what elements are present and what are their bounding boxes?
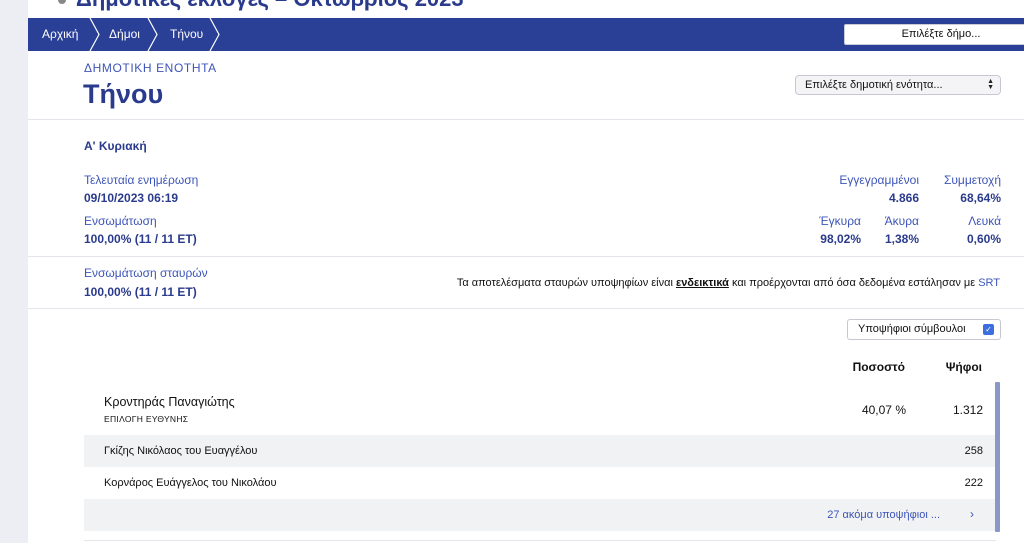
candidate-row: Κορνάρος Ευάγγελος του Νικολάου 222 [84,467,996,499]
invalid-label: Άκυρα [884,214,919,228]
bullet-icon [58,0,66,5]
page-main-title-text: Δημοτικές εκλογές – Οκτώβριος 2023 [76,0,464,11]
breadcrumb-bar: Αρχική Δήμοι Τήνου Επιλέξτε δήμο... [28,18,1024,51]
unit-select-value: Επιλέξτε δημοτική ενότητα... [805,79,943,91]
leader-percent: 40,07 % [861,403,906,417]
candidate-row: Γκίζης Νικόλαος του Ευαγγέλου 258 [84,435,996,467]
turnout-value: 68,64% [960,191,1001,205]
blank-value: 0,60% [966,232,1001,246]
breadcrumb-municipalities[interactable]: Δήμοι [109,18,140,51]
preferences-integration-value: 100,00% (11 / 11 ΕΤ) [84,285,197,299]
municipality-select[interactable]: Επιλέξτε δήμο... [844,24,1024,45]
turnout-label: Συμμετοχή [943,173,1001,187]
valid-value: 98,02% [820,232,861,246]
notice-text: Τα αποτελέσματα σταυρών υποψηφίων είναι [456,277,676,289]
candidate-votes: 222 [964,477,983,489]
preferences-notice: Τα αποτελέσματα σταυρών υποψηφίων είναι … [457,277,1000,289]
preferences-integration-label: Ενσωμάτωση σταυρών [84,266,208,280]
unit-select[interactable]: Επιλέξτε δημοτική ενότητα... ▲ ▼ [795,75,1001,95]
left-gutter [0,0,28,543]
candidates-toggle-label: Υποψήφιοι σύμβουλοι [858,323,966,335]
breadcrumb-home[interactable]: Αρχική [42,18,78,51]
more-candidates-row[interactable]: 27 ακόμα υποψήφιοι ... › [84,499,996,531]
candidates-toggle[interactable]: Υποψήφιοι σύμβουλοι ✓ [847,319,1001,340]
last-update-label: Τελευταία ενημέρωση [84,173,199,187]
candidate-name: Γκίζης Νικόλαος του Ευαγγέλου [104,445,258,457]
breadcrumb-separator-icon [88,18,102,51]
candidate-votes: 258 [964,445,983,457]
column-header-votes: Ψήφοι [945,360,982,374]
registered-value: 4.866 [888,191,919,205]
leader-row[interactable]: Κροντηράς Παναγιώτης ΕΠΙΛΟΓΗ ΕΥΘΥΝΗΣ 40,… [84,380,996,434]
checkbox-checked-icon[interactable]: ✓ [983,324,994,335]
leader-votes: 1.312 [952,403,983,417]
last-update-value: 09/10/2023 06:19 [84,191,179,205]
notice-emphasis: ενδεικτικά [675,277,729,289]
divider [84,540,996,541]
select-arrows-icon: ▲ ▼ [987,78,994,91]
candidate-name: Κορνάρος Ευάγγελος του Νικολάου [104,477,277,489]
chevron-right-icon[interactable]: › [970,507,974,521]
more-candidates-link[interactable]: 27 ακόμα υποψήφιοι ... [827,509,940,521]
divider [28,256,1024,257]
round-title: Α' Κυριακή [84,139,147,153]
blank-label: Λευκά [968,214,1001,228]
breadcrumb-separator-icon [146,18,160,51]
unit-type-label: ΔΗΜΟΤΙΚΗ ΕΝΟΤΗΤΑ [84,61,217,75]
breadcrumb-separator-icon [208,18,222,51]
leader-party: ΕΠΙΛΟΓΗ ΕΥΘΥΝΗΣ [104,414,189,424]
invalid-value: 1,38% [884,232,919,246]
unit-title: Τήνου [83,79,164,109]
leader-name: Κροντηράς Παναγιώτης [104,395,235,409]
integration-value: 100,00% (11 / 11 ΕΤ) [84,232,197,246]
divider [28,308,1024,309]
divider [28,119,1024,120]
notice-text: και προέρχονται από όσα δεδομένα εστάλησ… [728,277,979,289]
page-main-title: Δημοτικές εκλογές – Οκτώβριος 2023 [58,0,464,12]
integration-label: Ενσωμάτωση [84,214,157,228]
breadcrumb-current[interactable]: Τήνου [170,18,203,51]
registered-label: Εγγεγραμμένοι [839,173,919,187]
scrollbar[interactable] [995,382,1000,532]
column-header-percent: Ποσοστό [852,360,905,374]
srt-label: SRT [978,277,1000,289]
valid-label: Έγκυρα [819,214,861,228]
results-page: Δημοτικές εκλογές – Οκτώβριος 2023 Αρχικ… [28,0,1024,543]
